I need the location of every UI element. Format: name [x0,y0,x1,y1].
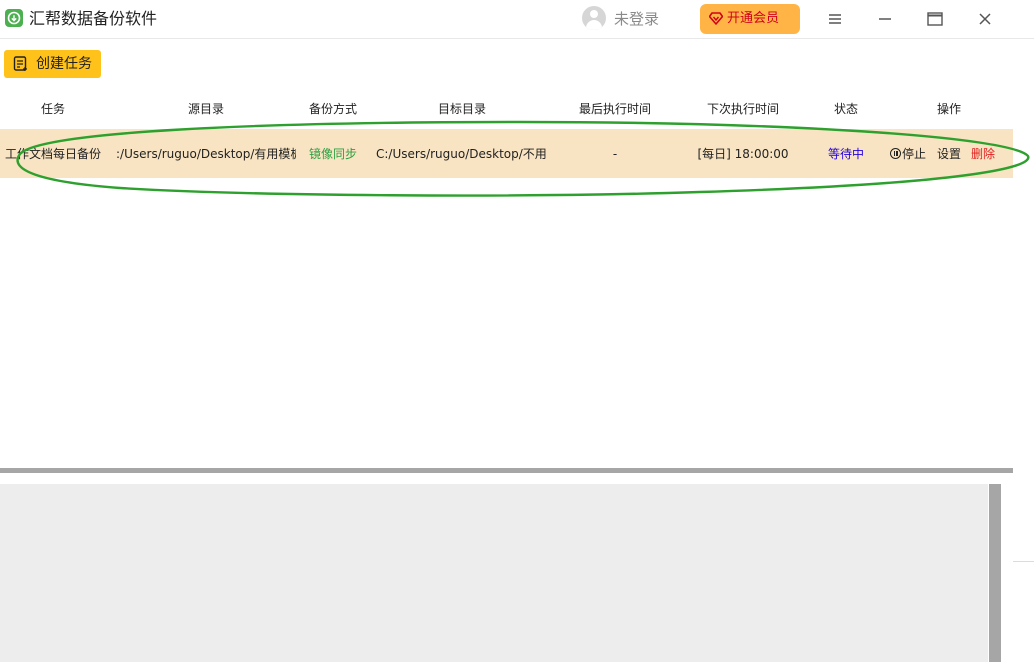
login-link[interactable]: 未登录 [614,9,659,29]
task-list-icon [13,56,27,71]
create-task-button[interactable]: 创建任务 [4,50,101,78]
pause-icon [890,148,901,159]
column-header-status: 状态 [833,102,858,116]
last-run-time: - [612,147,618,161]
column-header-task: 任务 [40,102,65,116]
scrollbar-thumb[interactable] [989,484,1001,662]
delete-button[interactable]: 删除 [971,146,995,162]
vip-button-label: 开通会员 [727,11,780,26]
panel-splitter[interactable] [0,468,1013,473]
task-name: 工作文档每日备份 [5,147,102,161]
stop-button[interactable]: 停止 [890,146,926,162]
close-button[interactable] [970,6,1000,32]
app-title: 汇帮数据备份软件 [29,9,158,28]
vertical-scrollbar[interactable] [988,484,1002,662]
create-task-label: 创建任务 [36,56,92,72]
column-header-source: 源目录 [187,102,224,116]
app-logo-icon [5,9,23,27]
close-icon [979,13,991,25]
minimize-icon [879,18,891,20]
next-run-time: [每日] 18:00:00 [697,147,789,161]
title-bar: 汇帮数据备份软件 未登录 开通会员 [0,0,1034,39]
column-header-target: 目标目录 [437,102,486,116]
menu-button[interactable] [820,6,850,32]
table-row[interactable]: 工作文档每日备份 :/Users/ruguo/Desktop/有用模板 镜像同步… [0,129,1013,178]
column-header-last-run: 最后执行时间 [578,102,651,116]
diamond-icon [709,12,723,25]
settings-button[interactable]: 设置 [937,146,961,162]
vip-button[interactable]: 开通会员 [700,4,800,34]
log-panel [0,484,988,662]
minimize-button[interactable] [870,6,900,32]
stop-label: 停止 [902,147,927,161]
column-header-mode: 备份方式 [308,102,357,116]
column-header-actions: 操作 [936,102,961,116]
hamburger-menu-icon [829,14,841,24]
status-badge: 等待中 [827,147,864,161]
source-directory: :/Users/ruguo/Desktop/有用模板 [116,147,296,161]
maximize-icon [927,12,943,26]
divider [1013,561,1034,562]
target-directory: C:/Users/ruguo/Desktop/不用 [376,147,547,161]
user-avatar-icon[interactable] [582,6,606,30]
backup-mode: 镜像同步 [308,147,357,161]
maximize-button[interactable] [919,6,949,32]
column-header-next-run: 下次执行时间 [706,102,779,116]
